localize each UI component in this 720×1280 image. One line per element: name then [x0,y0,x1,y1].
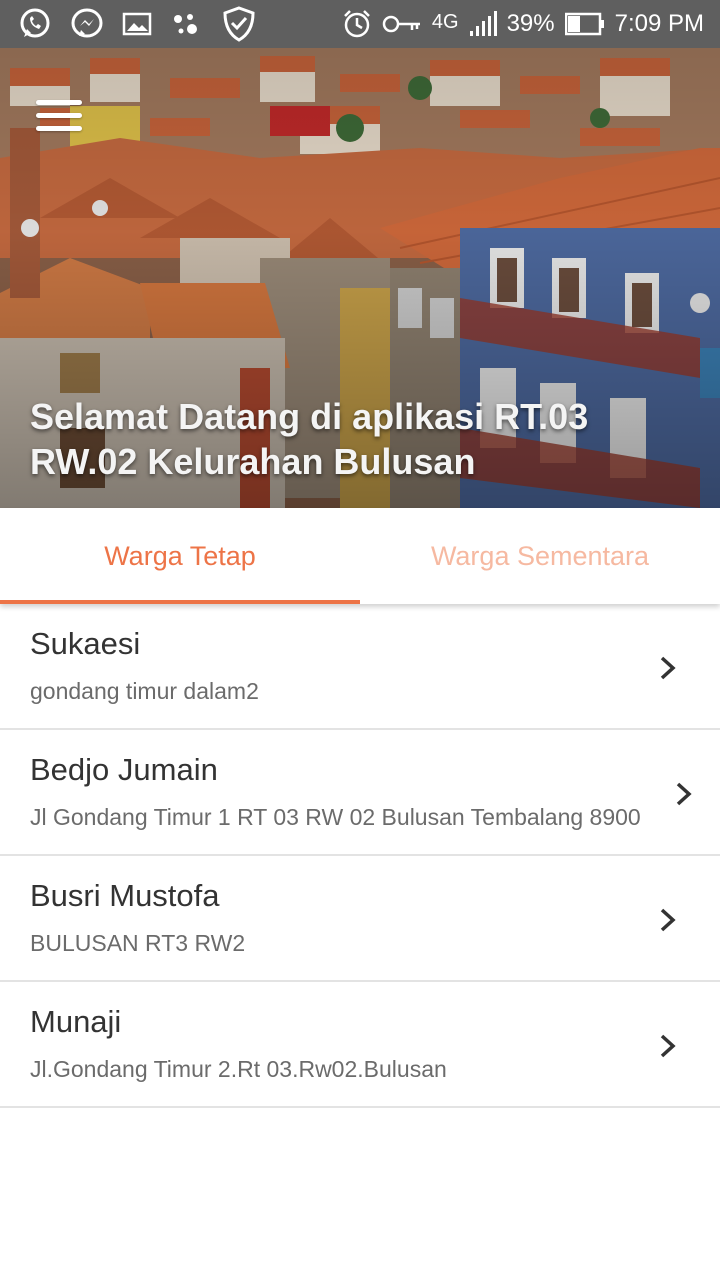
list-item[interactable]: Munaji Jl.Gondang Timur 2.Rt 03.Rw02.Bul… [0,982,720,1108]
tab-label: Warga Sementara [430,540,650,571]
notification-icons [18,6,274,42]
list-item[interactable]: Busri Mustofa BULUSAN RT3 RW2 [0,856,720,982]
shield-check-icon [222,6,256,42]
tab-bar: Warga Tetap Warga Sementara [0,508,720,604]
resident-address: Jl Gondang Timur 1 RT 03 RW 02 Bulusan T… [30,804,641,830]
chevron-right-icon [660,1034,676,1058]
whatsapp-icon [18,7,52,41]
signal-icon [469,11,497,37]
resident-name: Busri Mustofa [30,878,220,913]
chevron-right-icon [660,656,676,680]
header-banner: Selamat Datang di aplikasi RT.03 RW.02 K… [0,48,720,508]
gallery-icon [122,11,152,37]
active-tab-indicator [0,600,360,604]
tab-warga-tetap[interactable]: Warga Tetap [0,508,360,604]
alarm-icon [342,9,372,39]
system-status: 4G 39% 7:09 PM [332,9,704,39]
list-item[interactable]: Sukaesi gondang timur dalam2 [0,604,720,730]
welcome-title: Selamat Datang di aplikasi RT.03 RW.02 K… [30,396,589,482]
tab-label: Warga Tetap [104,540,256,571]
chevron-right-icon [676,782,692,806]
status-bar: 4G 39% 7:09 PM [0,0,720,48]
resident-name: Sukaesi [30,626,141,661]
messenger-icon [70,7,104,41]
resident-name: Munaji [30,1004,122,1039]
resident-address: BULUSAN RT3 RW2 [30,930,246,956]
network-type: 4G [431,11,459,33]
clock: 7:09 PM [614,10,704,37]
battery-percent: 39% [506,10,555,37]
resident-name: Bedjo Jumain [30,752,218,787]
hamburger-menu-icon[interactable] [36,100,84,136]
list-item[interactable]: Bedjo Jumain Jl Gondang Timur 1 RT 03 RW… [0,730,720,856]
resident-list: Sukaesi gondang timur dalam2 Bedjo Jumai… [0,604,720,1108]
tab-warga-sementara[interactable]: Warga Sementara [360,508,720,604]
resident-address: Jl.Gondang Timur 2.Rt 03.Rw02.Bulusan [30,1056,447,1082]
resident-address: gondang timur dalam2 [30,678,259,704]
chevron-right-icon [660,908,676,932]
assistant-icon [170,9,204,39]
battery-icon [564,12,605,36]
key-icon [382,13,422,35]
